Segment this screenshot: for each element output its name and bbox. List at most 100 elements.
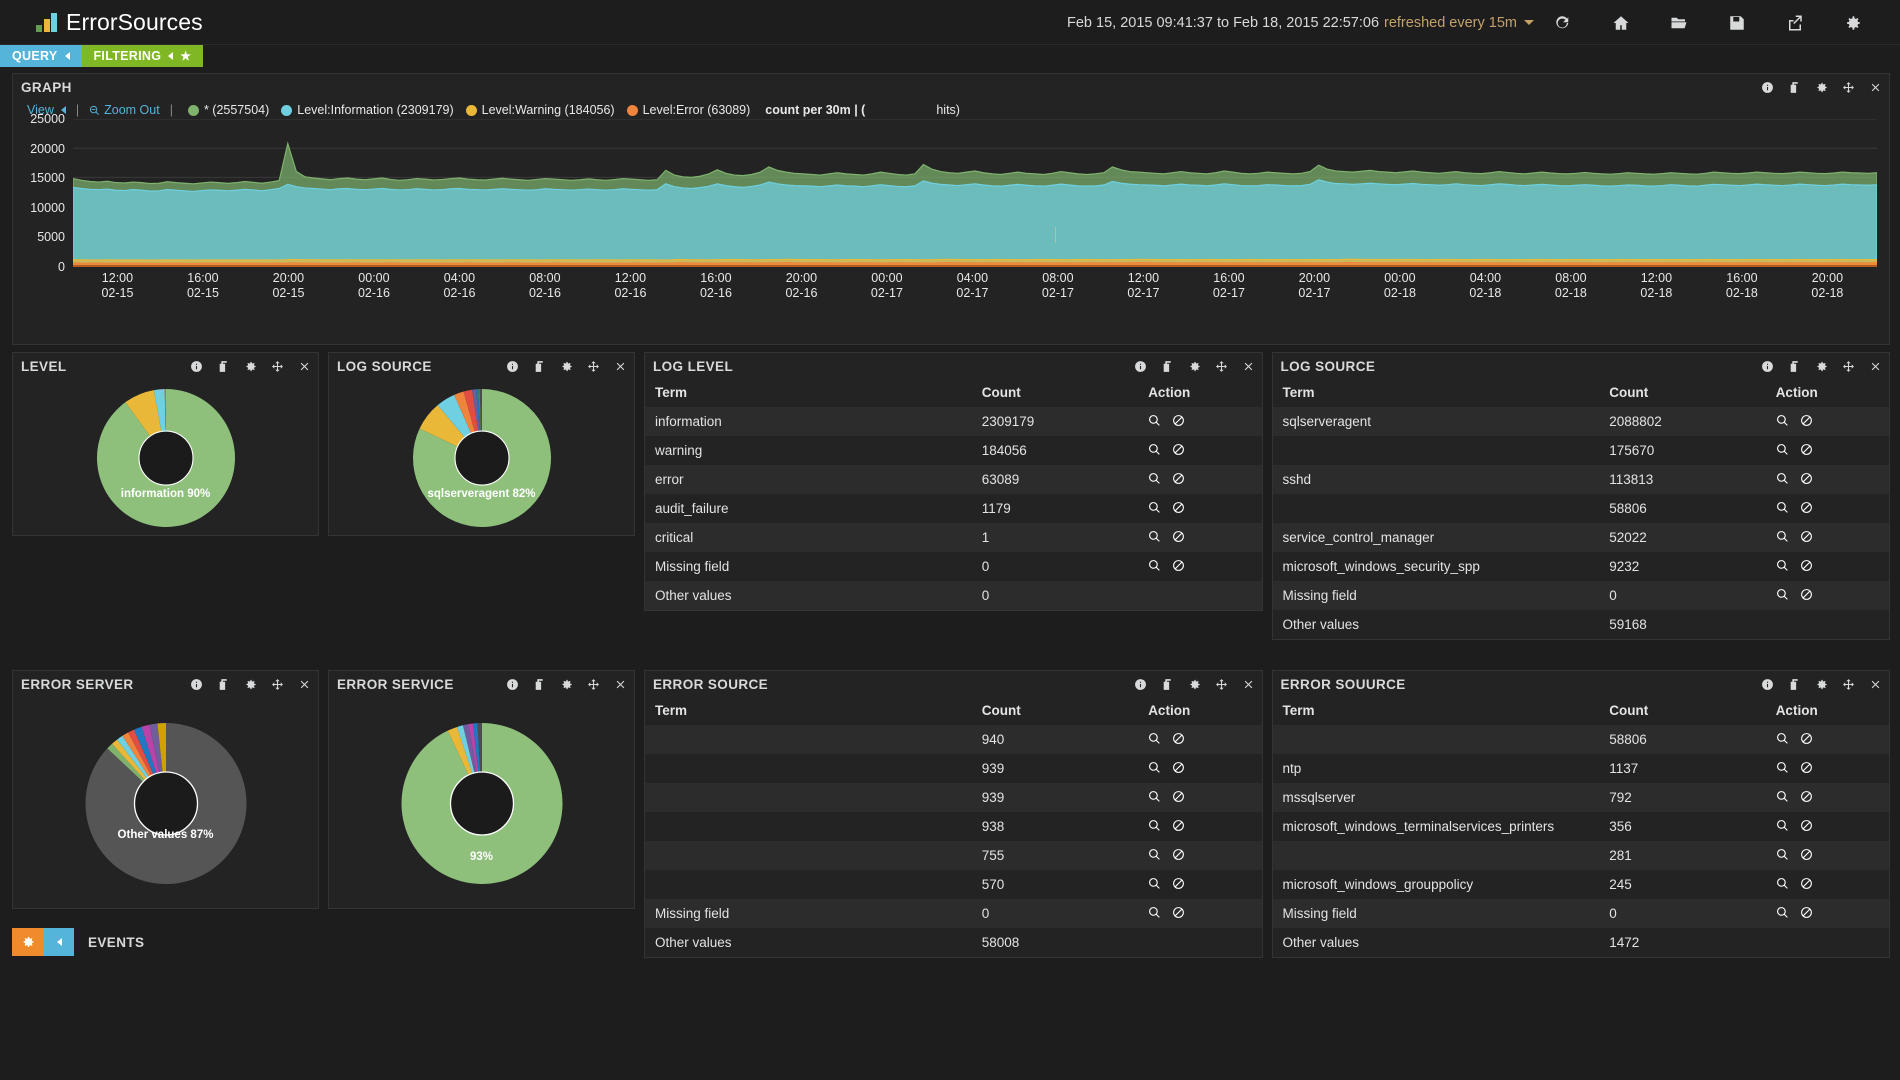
query-tab[interactable]: QUERY <box>0 45 82 67</box>
gear-icon[interactable] <box>560 360 573 373</box>
table-cell-term[interactable] <box>1273 494 1600 523</box>
home-icon[interactable] <box>1592 0 1650 45</box>
table-header-count[interactable]: Count <box>972 380 1138 407</box>
table-header-term[interactable]: Term <box>645 380 972 407</box>
legend-series-2[interactable]: Level:Warning (184056) <box>465 103 615 117</box>
close-icon[interactable] <box>614 360 627 373</box>
move-icon[interactable] <box>271 360 284 373</box>
table-row[interactable]: Other values 58008 <box>645 928 1262 957</box>
legend-series-0[interactable]: * (2557504) <box>187 103 269 117</box>
table-row[interactable]: sshd 113813 <box>1272 465 1889 494</box>
search-icon[interactable] <box>1148 848 1161 864</box>
star-icon[interactable]: ★ <box>180 49 191 63</box>
filtering-tab[interactable]: FILTERING ★ <box>81 45 204 67</box>
move-icon[interactable] <box>1842 678 1855 691</box>
error-server-pie-body[interactable]: Other values 87% <box>13 698 318 908</box>
table-header-action[interactable]: Action <box>1138 698 1261 725</box>
move-icon[interactable] <box>1842 360 1855 373</box>
refresh-interval-label[interactable]: refreshed every 15m <box>1384 15 1517 31</box>
ban-icon[interactable] <box>1800 414 1813 430</box>
close-icon[interactable] <box>298 360 311 373</box>
info-icon[interactable] <box>190 360 203 373</box>
table-cell-term[interactable]: mssqlserver <box>1272 783 1600 812</box>
table-cell-term[interactable]: warning <box>645 436 972 465</box>
info-icon[interactable] <box>1761 678 1774 691</box>
events-collapse-button[interactable] <box>44 928 74 956</box>
table-header-term[interactable]: Term <box>645 698 972 725</box>
search-icon[interactable] <box>1776 559 1789 575</box>
ban-icon[interactable] <box>1172 443 1185 459</box>
info-icon[interactable] <box>190 678 203 691</box>
table-row[interactable]: information 2309179 <box>645 407 1262 436</box>
log-source-pie-body[interactable]: sqlserveragent 82% <box>329 380 634 535</box>
table-cell-term[interactable]: Missing field <box>645 552 972 581</box>
move-icon[interactable] <box>271 678 284 691</box>
search-icon[interactable] <box>1776 588 1789 604</box>
search-icon[interactable] <box>1776 848 1789 864</box>
search-icon[interactable] <box>1148 443 1161 459</box>
table-row[interactable]: 939 <box>645 754 1262 783</box>
ban-icon[interactable] <box>1800 877 1813 893</box>
duplicate-icon[interactable] <box>1161 678 1174 691</box>
search-icon[interactable] <box>1148 819 1161 835</box>
share-icon[interactable] <box>1766 0 1824 45</box>
table-cell-term[interactable]: ntp <box>1273 754 1600 783</box>
table-row[interactable]: microsoft_windows_security_spp 9232 <box>1273 552 1890 581</box>
search-icon[interactable] <box>1148 761 1161 777</box>
legend-series-3[interactable]: Level:Error (63089) <box>626 103 750 117</box>
ban-icon[interactable] <box>1172 501 1185 517</box>
table-cell-term[interactable] <box>645 812 972 841</box>
table-header-term[interactable]: Term <box>1273 698 1600 725</box>
info-icon[interactable] <box>1761 360 1774 373</box>
gear-icon[interactable] <box>1824 0 1882 45</box>
time-range-label[interactable]: Feb 15, 2015 09:41:37 to Feb 18, 2015 22… <box>1067 15 1379 31</box>
search-icon[interactable] <box>1148 559 1161 575</box>
ban-icon[interactable] <box>1172 761 1185 777</box>
info-icon[interactable] <box>1134 360 1147 373</box>
move-icon[interactable] <box>1215 678 1228 691</box>
table-header-action[interactable]: Action <box>1766 698 1889 725</box>
search-icon[interactable] <box>1148 732 1161 748</box>
table-row[interactable]: 755 <box>645 841 1262 870</box>
ban-icon[interactable] <box>1800 472 1813 488</box>
search-icon[interactable] <box>1148 906 1161 922</box>
gear-icon[interactable] <box>1188 360 1201 373</box>
search-icon[interactable] <box>1776 819 1789 835</box>
search-icon[interactable] <box>1148 877 1161 893</box>
table-row[interactable]: audit_failure 1179 <box>645 494 1262 523</box>
table-row[interactable]: Missing field 0 <box>645 899 1262 928</box>
table-cell-term[interactable]: service_control_manager <box>1272 523 1600 552</box>
table-cell-term[interactable]: sshd <box>1272 465 1600 494</box>
gear-icon[interactable] <box>244 678 257 691</box>
info-icon[interactable] <box>506 360 519 373</box>
refresh-icon[interactable] <box>1534 0 1592 45</box>
ban-icon[interactable] <box>1800 559 1813 575</box>
folder-open-icon[interactable] <box>1650 0 1708 45</box>
move-icon[interactable] <box>587 360 600 373</box>
table-row[interactable]: microsoft_windows_grouppolicy 245 <box>1273 870 1890 899</box>
brand[interactable]: ErrorSources <box>36 9 203 36</box>
ban-icon[interactable] <box>1172 848 1185 864</box>
search-icon[interactable] <box>1776 443 1789 459</box>
close-icon[interactable] <box>614 678 627 691</box>
table-row[interactable]: mssqlserver 792 <box>1272 783 1889 812</box>
table-cell-term[interactable]: Other values <box>645 928 972 957</box>
ban-icon[interactable] <box>1800 906 1813 922</box>
gear-icon[interactable] <box>1188 678 1201 691</box>
search-icon[interactable] <box>1148 414 1161 430</box>
table-row[interactable]: 281 <box>1272 841 1889 870</box>
gear-icon[interactable] <box>560 678 573 691</box>
ban-icon[interactable] <box>1172 530 1185 546</box>
duplicate-icon[interactable] <box>1788 360 1801 373</box>
search-icon[interactable] <box>1148 472 1161 488</box>
table-cell-term[interactable]: audit_failure <box>645 494 972 523</box>
table-cell-term[interactable] <box>645 870 972 899</box>
chevron-down-icon[interactable] <box>1524 20 1534 25</box>
close-icon[interactable] <box>1869 360 1882 373</box>
zoom-out-button[interactable]: Zoom Out <box>89 103 160 117</box>
move-icon[interactable] <box>587 678 600 691</box>
table-row[interactable]: Missing field 0 <box>645 552 1262 581</box>
table-header-action[interactable]: Action <box>1138 380 1261 407</box>
ban-icon[interactable] <box>1800 790 1813 806</box>
table-row[interactable]: 939 <box>645 783 1262 812</box>
